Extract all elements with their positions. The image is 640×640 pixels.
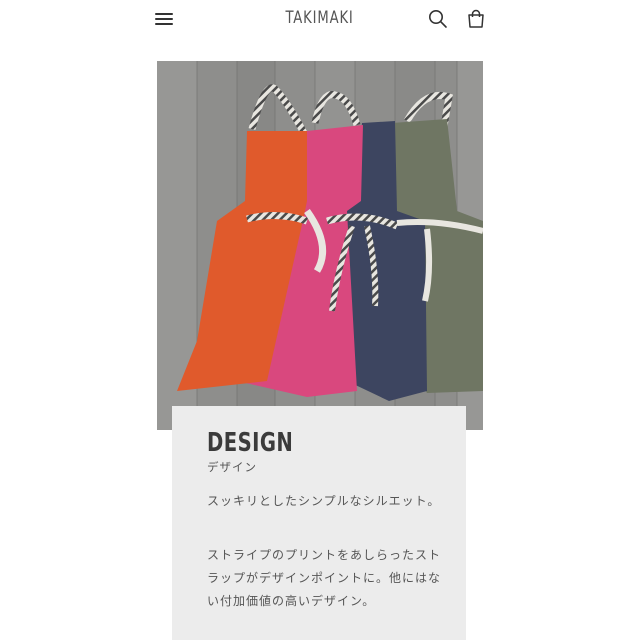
brand-text: TAKIMAKI — [285, 8, 355, 28]
brand-logo[interactable]: TAKIMAKI — [0, 8, 640, 28]
section-title: DESIGN — [207, 428, 294, 458]
description-paragraph-1: スッキリとしたシンプルなシルエット。 — [207, 494, 441, 508]
site-header: TAKIMAKI — [0, 0, 640, 40]
design-section: DESIGN デザイン スッキリとしたシンプルなシルエット。 ストライプのプリン… — [172, 406, 466, 640]
hero-image — [157, 61, 483, 430]
cart-icon[interactable] — [465, 8, 487, 30]
description-paragraph-2: ストライプのプリントをあしらったストラップがデザインポイントに。他にはない付加価… — [207, 548, 442, 608]
search-icon[interactable] — [427, 8, 449, 30]
section-subtitle: デザイン — [207, 460, 257, 474]
